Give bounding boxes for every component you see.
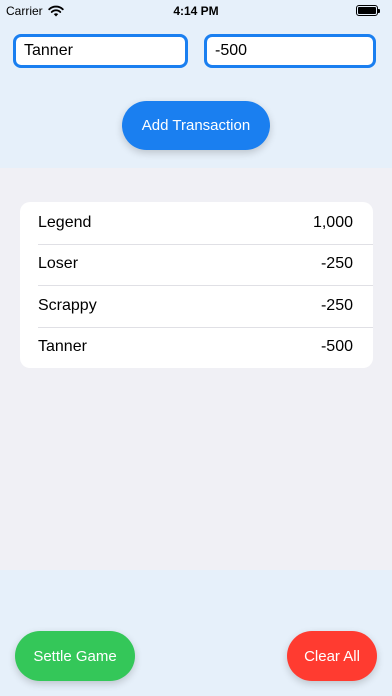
player-amount: -250 (320, 296, 353, 314)
player-amount: -500 (320, 338, 353, 356)
player-amount: -250 (320, 255, 353, 273)
list-item[interactable]: Scrappy -250 (20, 285, 373, 327)
player-name: Tanner (38, 338, 87, 356)
status-bar: Carrier 4:14 PM (0, 0, 392, 22)
player-name: Loser (38, 255, 79, 273)
list-item[interactable]: Tanner -500 (20, 326, 373, 369)
player-name-input[interactable] (13, 34, 188, 68)
settle-game-button[interactable]: Settle Game (15, 631, 135, 681)
list-item[interactable]: Loser -250 (20, 243, 373, 286)
transaction-list: Legend 1,000 Loser -250 Scrappy -250 Tan… (20, 202, 373, 368)
list-item[interactable]: Legend 1,000 (20, 202, 373, 244)
amount-input[interactable] (204, 34, 376, 68)
clear-all-button[interactable]: Clear All (287, 631, 377, 681)
player-name: Legend (38, 213, 92, 231)
status-time: 4:14 PM (173, 4, 219, 18)
player-name: Scrappy (38, 296, 97, 314)
battery-icon (356, 5, 380, 16)
add-transaction-button[interactable]: Add Transaction (122, 101, 270, 150)
player-amount: 1,000 (312, 213, 353, 231)
transaction-list-area: Legend 1,000 Loser -250 Scrappy -250 Tan… (0, 168, 392, 570)
